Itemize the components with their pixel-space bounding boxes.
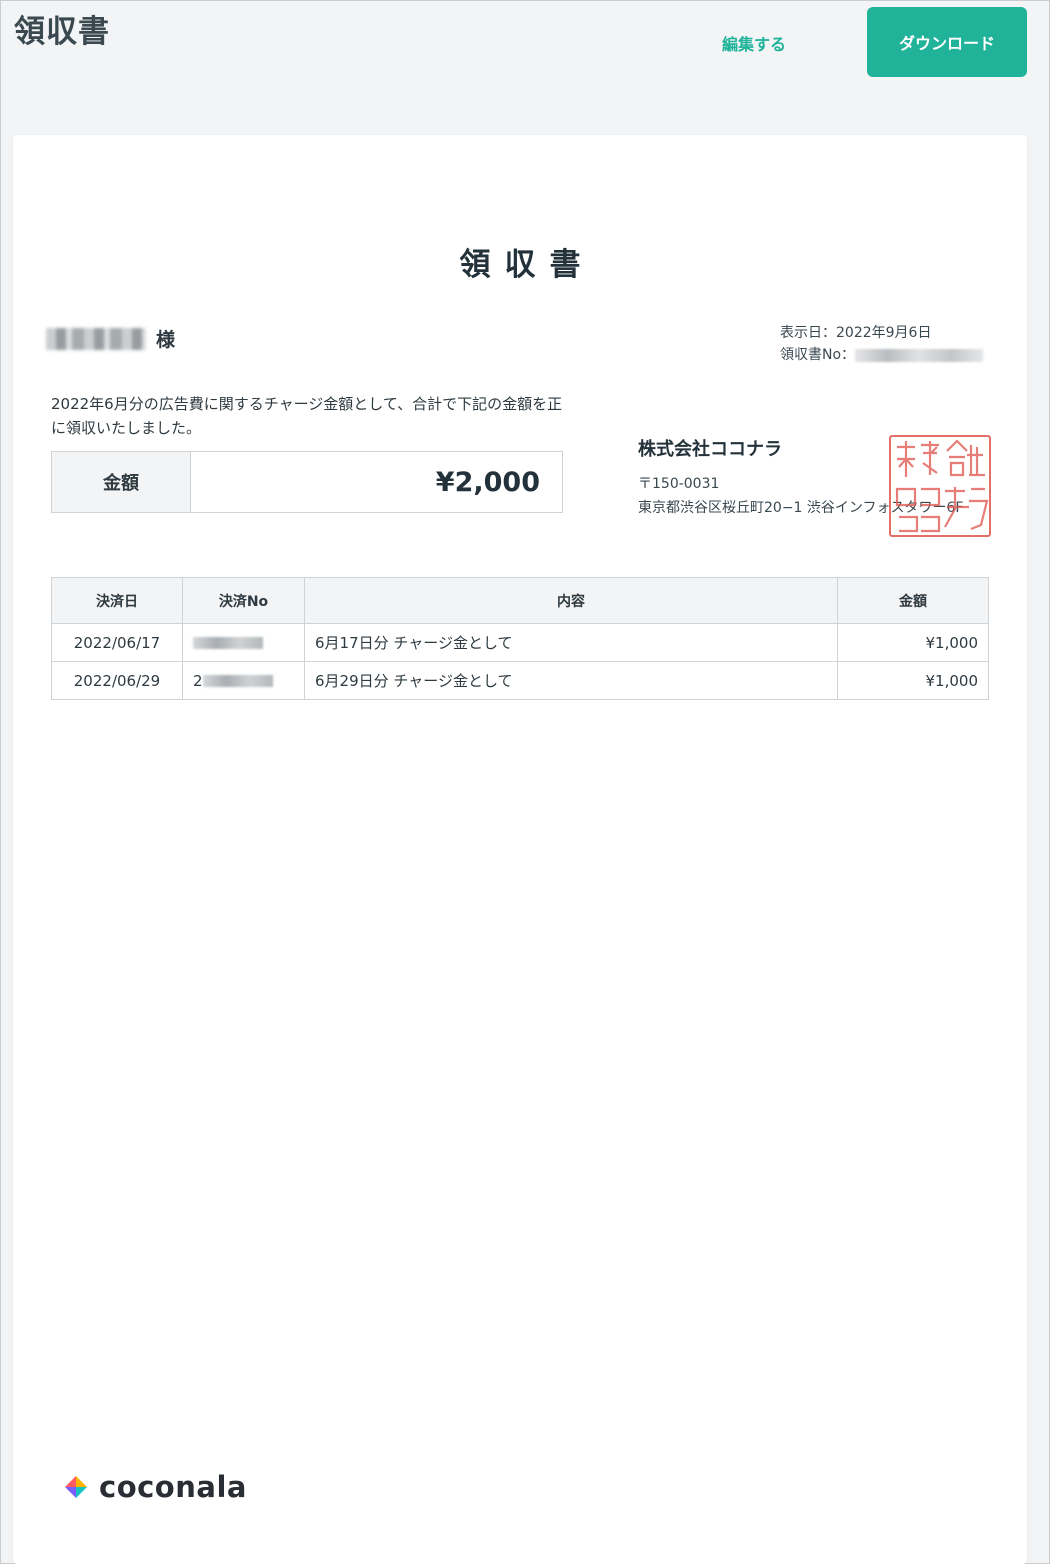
total-amount-box: 金額 ¥2,000 xyxy=(51,451,563,513)
payment-no-redacted xyxy=(202,675,273,687)
display-date-label: 表示日： xyxy=(780,325,836,341)
receipt-no-label: 領収書No： xyxy=(780,347,856,363)
header-amount: 金額 xyxy=(837,577,989,624)
total-amount-label: 金額 xyxy=(52,452,191,512)
header-content: 内容 xyxy=(304,577,838,624)
cell-date: 2022/06/29 xyxy=(51,661,183,700)
receipt-paper: 領収書 様 表示日：2022年9月6日 領収書No： 2022年6月分の広告費に… xyxy=(13,135,1027,1564)
coconala-logo-icon xyxy=(65,1476,87,1498)
payment-no-redacted xyxy=(193,637,263,649)
cell-content: 6月29日分 チャージ金として xyxy=(304,661,838,700)
table-row: 2022/06/29 2 6月29日分 チャージ金として ¥1,000 xyxy=(51,661,989,700)
payment-no-prefix: 2 xyxy=(193,671,203,690)
cell-amount: ¥1,000 xyxy=(837,623,989,662)
display-date-line: 表示日：2022年9月6日 xyxy=(780,322,983,344)
recipient-name-redacted xyxy=(46,327,146,350)
company-seal-stamp xyxy=(889,435,991,537)
table-header-row: 決済日 決済No 内容 金額 xyxy=(51,577,989,624)
page-title: 領収書 xyxy=(14,14,110,50)
seal-svg xyxy=(895,439,989,533)
cell-payment-no xyxy=(182,623,305,662)
receipt-meta: 表示日：2022年9月6日 領収書No： xyxy=(780,322,984,366)
total-amount-value: ¥2,000 xyxy=(435,466,540,498)
cell-date: 2022/06/17 xyxy=(51,623,183,662)
receipt-title: 領収書 xyxy=(459,247,595,283)
display-date: 2022年9月6日 xyxy=(836,325,932,341)
transactions-table: 決済日 決済No 内容 金額 2022/06/17 6月17日分 チャージ金とし… xyxy=(51,577,989,700)
cell-amount: ¥1,000 xyxy=(837,661,989,700)
receipt-statement: 2022年6月分の広告費に関するチャージ金額として、合計で下記の金額を正に領収い… xyxy=(51,395,563,437)
cell-payment-no: 2 xyxy=(182,661,305,700)
recipient-suffix: 様 xyxy=(156,329,176,351)
edit-link[interactable]: 編集する xyxy=(722,31,786,55)
recipient: 様 xyxy=(46,325,175,352)
coconala-logo: coconala xyxy=(61,1470,247,1504)
coconala-logo-text: coconala xyxy=(99,1470,247,1504)
cell-content: 6月17日分 チャージ金として xyxy=(304,623,838,662)
header-payment-date: 決済日 xyxy=(51,577,183,624)
table-row: 2022/06/17 6月17日分 チャージ金として ¥1,000 xyxy=(51,623,989,662)
header-payment-no: 決済No xyxy=(182,577,305,624)
download-button[interactable]: ダウンロード xyxy=(867,7,1027,77)
receipt-no-line: 領収書No： xyxy=(780,344,984,366)
receipt-no-redacted xyxy=(855,348,984,362)
